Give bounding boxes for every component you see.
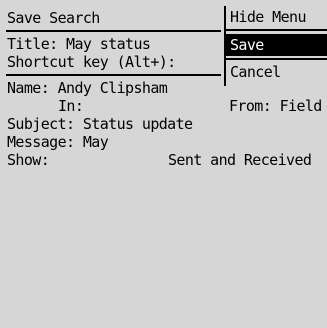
menu-separator: [226, 58, 327, 60]
from-field[interactable]: From: Field: [229, 97, 322, 115]
form-divider: [6, 74, 221, 76]
message-field[interactable]: Message: May: [7, 133, 109, 151]
subject-field[interactable]: Subject: Status update: [7, 115, 193, 133]
menu-item-save[interactable]: Save: [226, 34, 327, 56]
title-field[interactable]: Title: May status: [7, 35, 151, 53]
popup-menu: Hide Menu Save Cancel: [224, 6, 327, 86]
menu-item-hide-menu[interactable]: Hide Menu: [226, 6, 327, 28]
shortcut-key-field[interactable]: Shortcut key (Alt+):: [7, 53, 176, 71]
menu-item-cancel[interactable]: Cancel: [226, 61, 327, 83]
show-label: Show:: [7, 151, 50, 169]
menu-separator: [226, 29, 327, 31]
show-select[interactable]: Sent and Received: [168, 151, 312, 169]
in-field[interactable]: In:: [58, 97, 84, 115]
search-screen: Save Search Title: May status Shortcut k…: [0, 0, 327, 328]
header-divider: [6, 30, 221, 32]
screen-title: Save Search: [7, 9, 100, 27]
name-field[interactable]: Name: Andy Clipsham: [7, 79, 168, 97]
